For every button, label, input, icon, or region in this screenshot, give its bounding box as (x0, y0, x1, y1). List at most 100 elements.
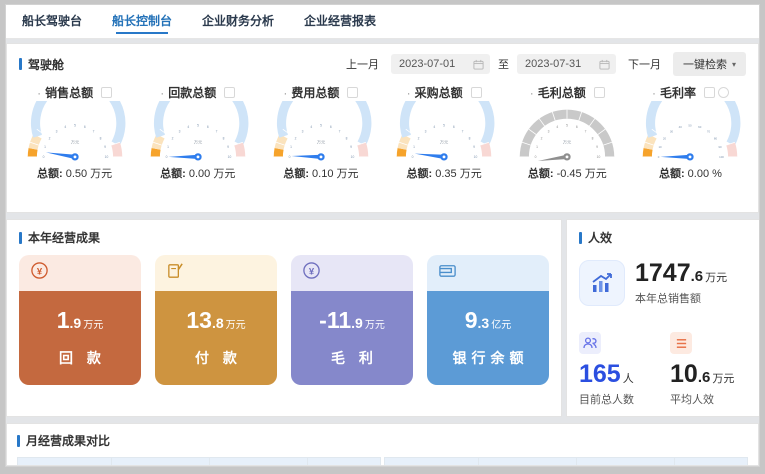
column-header: 比较 (308, 458, 381, 467)
svg-text:8: 8 (99, 136, 101, 140)
svg-text:¥: ¥ (37, 266, 43, 277)
tab-1[interactable]: 船长控制台 (110, 4, 174, 38)
svg-text:1: 1 (536, 145, 538, 149)
gauge-chart: 012345678910万元 (265, 101, 377, 164)
total-sales-stat: 1747.6万元本年总销售额 (579, 260, 760, 306)
svg-text:0: 0 (535, 155, 537, 159)
svg-text:0: 0 (412, 155, 414, 159)
svg-text:4: 4 (310, 125, 312, 129)
svg-text:5: 5 (197, 123, 199, 127)
chevron-down-icon: ▾ (732, 60, 736, 69)
wallet-icon (438, 261, 457, 285)
svg-text:7: 7 (585, 129, 587, 133)
column-header: 分类 (385, 458, 479, 467)
svg-text:1: 1 (290, 145, 292, 149)
expand-icon[interactable] (471, 87, 482, 98)
svg-text:6: 6 (207, 125, 209, 129)
annual-section-title: 本年经营成果 (19, 229, 549, 246)
column-header: 上月同期 (577, 458, 675, 467)
svg-text:7: 7 (92, 129, 94, 133)
tab-0[interactable]: 船长驾驶台 (20, 4, 84, 38)
svg-text:2: 2 (171, 136, 173, 140)
prev-month-button[interactable]: 上一月 (342, 53, 383, 75)
date-to-input[interactable] (523, 57, 593, 71)
expand-icon[interactable] (347, 87, 358, 98)
date-from-box[interactable] (391, 54, 490, 74)
tab-2[interactable]: 企业财务分析 (200, 4, 276, 38)
svg-text:80: 80 (714, 136, 718, 140)
svg-text:0: 0 (42, 155, 44, 159)
svg-text:2: 2 (418, 136, 420, 140)
title-accent-bar (19, 232, 22, 244)
date-controls: 上一月 至 下一月 一键检索 ▾ (342, 52, 746, 76)
svg-text:万元: 万元 (193, 140, 202, 146)
sub-stat-0: 165人目前总人数 (579, 332, 670, 407)
gauge-needle (291, 155, 321, 159)
gauge-chart: 012345678910万元 (388, 101, 500, 164)
svg-text:1: 1 (44, 145, 46, 149)
calendar-icon (599, 59, 610, 70)
kpi-card-0: ¥1.9万元回 款 (19, 255, 141, 385)
svg-text:9: 9 (104, 145, 106, 149)
efficiency-section-title: 人效 (579, 229, 760, 246)
svg-text:10: 10 (474, 155, 478, 159)
gauge-total: 总额: 0.35 万元 (407, 165, 482, 181)
gauge-title: ·销售总额 (37, 84, 112, 101)
gauge-title: ·毛利率 (652, 84, 729, 101)
date-range-to-label: 至 (498, 56, 509, 72)
comparison-table-1: 分类本月统计上月同期比较收款金额0.001,150.00↓1,150.00 (384, 457, 748, 466)
svg-text:100: 100 (720, 155, 725, 159)
people-icon (579, 332, 601, 354)
tab-3[interactable]: 企业经营报表 (302, 4, 378, 38)
svg-text:万元: 万元 (440, 140, 449, 146)
svg-text:9: 9 (350, 145, 352, 149)
svg-text:2: 2 (48, 136, 50, 140)
column-header: 本月统计 (112, 458, 210, 467)
next-month-button[interactable]: 下一月 (624, 53, 665, 75)
stat-caption: 平均人效 (670, 391, 760, 407)
gauge-title: ·回款总额 (160, 84, 235, 101)
svg-text:2: 2 (295, 136, 297, 140)
svg-text:4: 4 (433, 125, 435, 129)
svg-text:5: 5 (443, 123, 445, 127)
kpi-card-3: 9.3亿元银行余额 (427, 255, 549, 385)
svg-text:70: 70 (707, 129, 711, 133)
efficiency-stats: 1747.6万元本年总销售额 165人目前总人数10.6万元平均人效 (579, 260, 760, 407)
expand-icon[interactable] (704, 87, 715, 98)
gauge-title: ·费用总额 (283, 84, 358, 101)
comparison-tables: 分类本月统计上月同期比较销售客户1.002.00↓1.00分类本月统计上月同期比… (17, 457, 748, 466)
column-header: 本月统计 (479, 458, 577, 467)
svg-text:5: 5 (320, 123, 322, 127)
svg-text:10: 10 (351, 155, 355, 159)
yuan-refresh-icon: ¥ (30, 261, 49, 285)
cockpit-panel: 驾驶舱 上一月 至 下一月 一键检索 ▾ ·销售总额01 (6, 43, 759, 213)
expand-icon[interactable] (224, 87, 235, 98)
expand-icon[interactable] (101, 87, 112, 98)
svg-text:30: 30 (670, 129, 674, 133)
date-from-input[interactable] (397, 57, 467, 71)
kpi-cards: ¥1.9万元回 款13.8万元付 款¥-11.9万元毛 利9.3亿元银行余额 (19, 255, 549, 385)
card-value: 1.9万元 (57, 309, 103, 332)
gauge-chart: 012345678910万元 (142, 101, 254, 164)
expand-icon[interactable] (594, 87, 605, 98)
svg-text:¥: ¥ (309, 266, 315, 277)
svg-text:万元: 万元 (563, 140, 572, 146)
svg-text:4: 4 (557, 125, 559, 129)
svg-text:4: 4 (64, 125, 66, 129)
gauge-title: ·采购总额 (407, 84, 482, 101)
quick-search-button[interactable]: 一键检索 ▾ (673, 52, 746, 76)
settings-icon[interactable] (718, 87, 729, 98)
sub-stat-1: 10.6万元平均人效 (670, 332, 760, 407)
gauge-4: ·毛利总额012345678910万元总额: -0.45 万元 (506, 80, 629, 208)
gauge-needle (46, 152, 75, 159)
title-accent-bar (579, 232, 582, 244)
card-label: 毛 利 (326, 348, 378, 368)
svg-text:0: 0 (165, 155, 167, 159)
gauge-0: ·销售总额012345678910万元总额: 0.50 万元 (13, 80, 136, 208)
gauge-2: ·费用总额012345678910万元总额: 0.10 万元 (259, 80, 382, 208)
date-to-box[interactable] (517, 54, 616, 74)
svg-text:7: 7 (462, 129, 464, 133)
svg-text:4: 4 (187, 125, 189, 129)
gauge-1: ·回款总额012345678910万元总额: 0.00 万元 (136, 80, 259, 208)
column-header: 比较 (675, 458, 748, 467)
